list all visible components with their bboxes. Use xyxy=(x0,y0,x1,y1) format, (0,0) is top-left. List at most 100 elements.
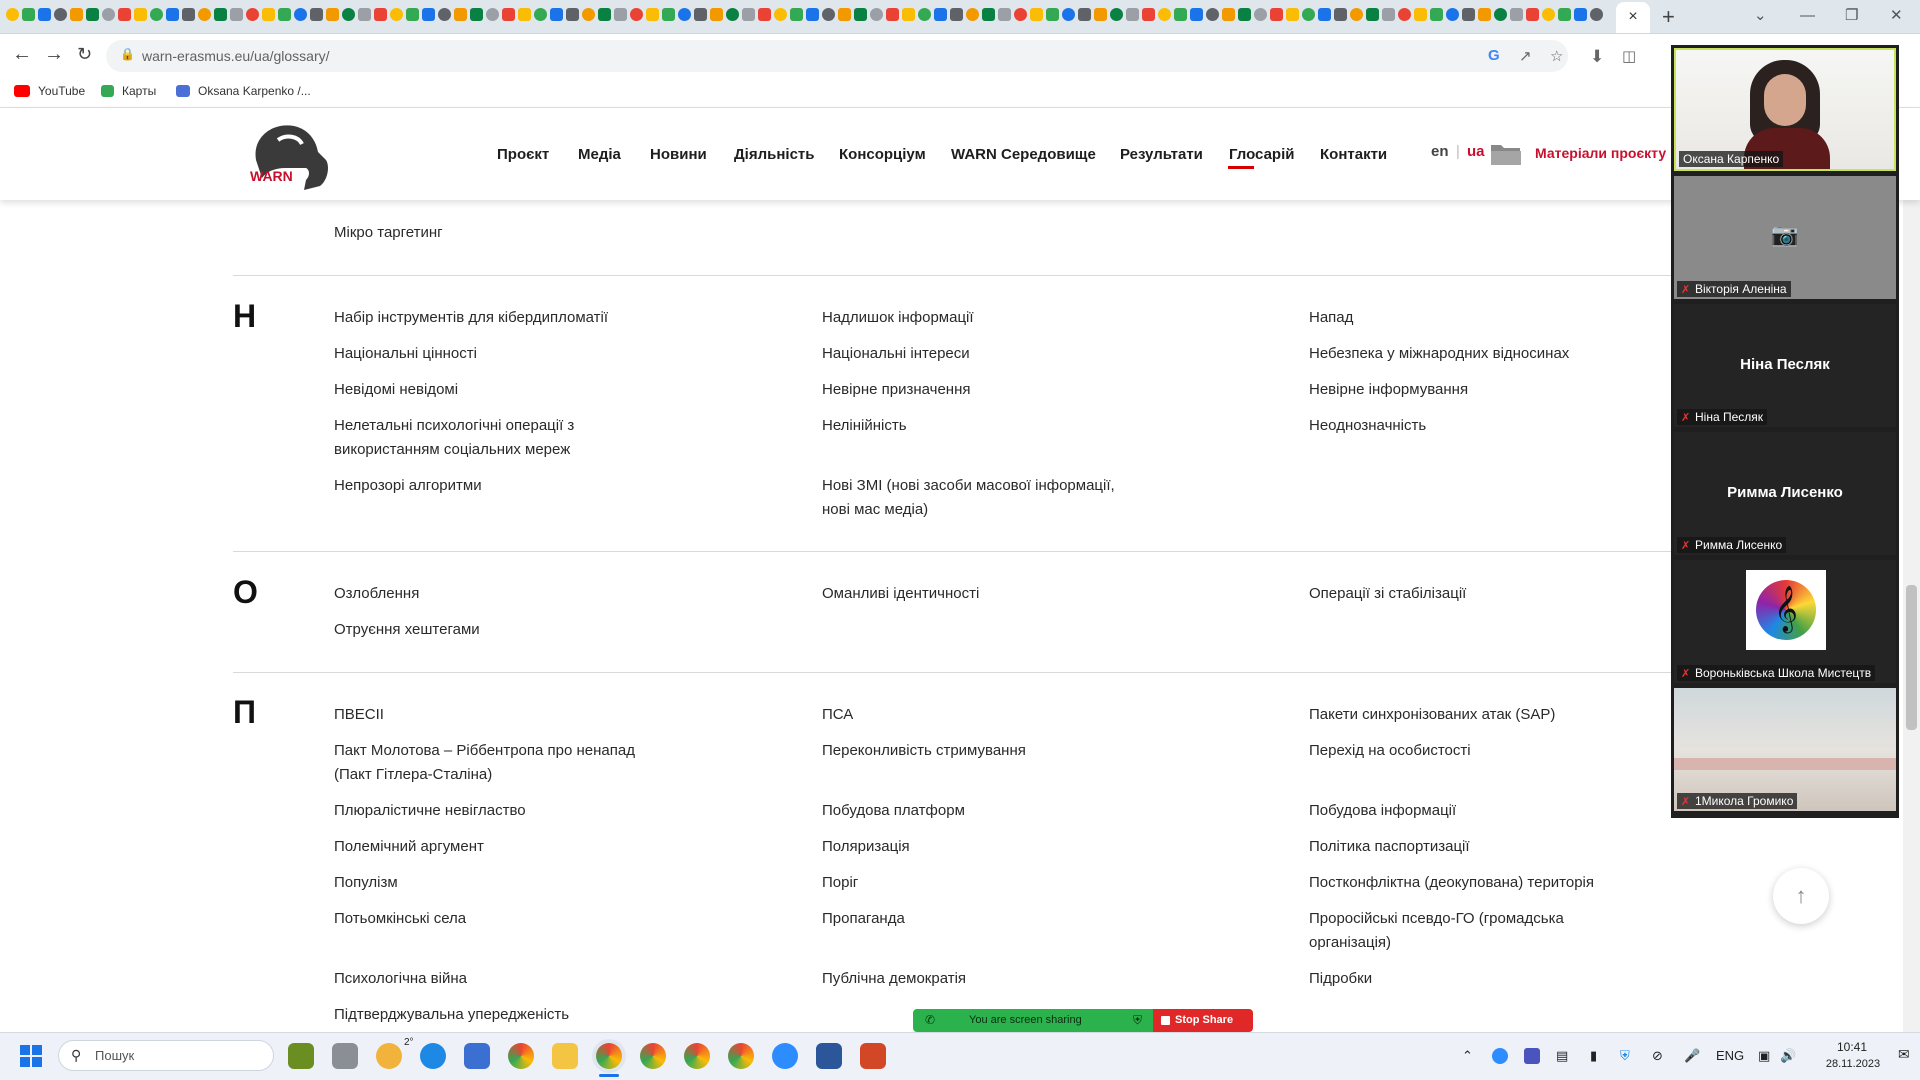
tab-favicon-icon[interactable] xyxy=(1110,8,1123,21)
clock-time[interactable]: 10:41 xyxy=(1824,1040,1880,1054)
nav-results[interactable]: Результати xyxy=(1120,146,1203,163)
glossary-term[interactable]: Пакт Молотова – Ріббентропа про ненапад … xyxy=(334,739,674,787)
tab-favicon-icon[interactable] xyxy=(166,8,179,21)
tab-favicon-icon[interactable] xyxy=(38,8,51,21)
glossary-term[interactable]: Нові ЗМІ (нові засоби масової інформації… xyxy=(822,474,1142,522)
chrome-icon[interactable] xyxy=(684,1043,710,1069)
word-icon[interactable] xyxy=(816,1043,842,1069)
tab-favicon-icon[interactable] xyxy=(230,8,243,21)
glossary-term[interactable]: Психологічна війна xyxy=(334,967,664,991)
participant-tile[interactable]: ✗ 1Микола Громико xyxy=(1674,688,1896,811)
glossary-term[interactable]: Переконливість стримування xyxy=(822,739,1152,763)
glossary-term[interactable]: Пакети синхронізованих атак (SAP) xyxy=(1309,703,1639,727)
wifi-off-icon[interactable]: ⊘ xyxy=(1652,1048,1663,1064)
tab-favicon-icon[interactable] xyxy=(1046,8,1059,21)
zoom-tray-icon[interactable] xyxy=(1492,1048,1508,1064)
file-explorer-icon[interactable] xyxy=(552,1043,578,1069)
tab-favicon-icon[interactable] xyxy=(1542,8,1555,21)
tab-favicon-icon[interactable] xyxy=(646,8,659,21)
glossary-term[interactable]: Невірне призначення xyxy=(822,378,1152,402)
tab-favicon-icon[interactable] xyxy=(118,8,131,21)
tab-favicon-icon[interactable] xyxy=(374,8,387,21)
tab-favicon-icon[interactable] xyxy=(742,8,755,21)
glossary-term[interactable]: Публічна демократія xyxy=(822,967,1152,991)
tab-favicon-icon[interactable] xyxy=(1158,8,1171,21)
tab-favicon-icon[interactable] xyxy=(1174,8,1187,21)
reload-icon[interactable]: ↻ xyxy=(77,43,92,65)
tab-favicon-icon[interactable] xyxy=(598,8,611,21)
tab-favicon-icon[interactable] xyxy=(1510,8,1523,21)
tab-favicon-icon[interactable] xyxy=(486,8,499,21)
lock-icon[interactable]: 🔒 xyxy=(120,47,135,61)
glossary-term[interactable]: Мікро таргетинг xyxy=(334,221,664,245)
glossary-term[interactable]: Операції зі стабілізації xyxy=(1309,582,1639,606)
tab-favicon-icon[interactable] xyxy=(134,8,147,21)
powerpoint-icon[interactable] xyxy=(860,1043,886,1069)
clock-date[interactable]: 28.11.2023 xyxy=(1818,1058,1888,1070)
tab-favicon-icon[interactable] xyxy=(1254,8,1267,21)
tab-favicon-icon[interactable] xyxy=(966,8,979,21)
glossary-term[interactable]: Надлишок інформації xyxy=(822,306,1152,330)
taskbar-search[interactable]: ⚲ Пошук xyxy=(58,1040,274,1071)
tab-favicon-icon[interactable] xyxy=(870,8,883,21)
glossary-term[interactable]: Перехід на особистості xyxy=(1309,739,1639,763)
scroll-to-top-button[interactable]: ↑ xyxy=(1773,868,1829,924)
usb-icon[interactable]: ▮ xyxy=(1590,1048,1597,1064)
glossary-term[interactable]: Побудова інформації xyxy=(1309,799,1639,823)
tab-favicon-icon[interactable] xyxy=(1414,8,1427,21)
tab-favicon-icon[interactable] xyxy=(1478,8,1491,21)
maximize-button[interactable]: ❐ xyxy=(1845,4,1858,28)
nav-contacts[interactable]: Контакти xyxy=(1320,146,1387,163)
bookmark-star-icon[interactable]: ☆ xyxy=(1550,47,1563,65)
tab-favicon-icon[interactable] xyxy=(214,8,227,21)
glossary-term[interactable]: ПВЕСІІ xyxy=(334,703,664,727)
edge-icon[interactable] xyxy=(420,1043,446,1069)
bookmark-maps[interactable]: Карты xyxy=(101,83,156,99)
tab-favicon-icon[interactable] xyxy=(86,8,99,21)
tab-favicon-icon[interactable] xyxy=(422,8,435,21)
tab-favicon-icon[interactable] xyxy=(1302,8,1315,21)
tab-favicon-icon[interactable] xyxy=(982,8,995,21)
tab-favicon-icon[interactable] xyxy=(1558,8,1571,21)
tab-favicon-icon[interactable] xyxy=(1494,8,1507,21)
tab-favicon-icon[interactable] xyxy=(198,8,211,21)
tab-favicon-icon[interactable] xyxy=(902,8,915,21)
glossary-term[interactable]: Невідомі невідомі xyxy=(334,378,664,402)
tab-favicons[interactable] xyxy=(6,8,1616,26)
tab-favicon-icon[interactable] xyxy=(1430,8,1443,21)
glossary-term[interactable]: ПСА xyxy=(822,703,1152,727)
glossary-term[interactable]: Напад xyxy=(1309,306,1639,330)
tab-favicon-icon[interactable] xyxy=(822,8,835,21)
chrome-icon[interactable] xyxy=(596,1043,622,1069)
tab-favicon-icon[interactable] xyxy=(342,8,355,21)
participant-tile[interactable]: 📷 ✗ Вікторія Аленіна xyxy=(1674,176,1896,299)
glossary-term[interactable]: Національні цінності xyxy=(334,342,664,366)
google-translate-icon[interactable]: G xyxy=(1488,47,1500,64)
tab-favicon-icon[interactable] xyxy=(1206,8,1219,21)
tab-favicon-icon[interactable] xyxy=(854,8,867,21)
glossary-term[interactable]: Небезпека у міжнародних відносинах xyxy=(1309,342,1639,366)
tab-favicon-icon[interactable] xyxy=(998,8,1011,21)
minimize-button[interactable]: — xyxy=(1800,4,1815,28)
tab-favicon-icon[interactable] xyxy=(1366,8,1379,21)
tab-favicon-icon[interactable] xyxy=(1590,8,1603,21)
active-tab-close-button[interactable]: × xyxy=(1616,2,1650,33)
tab-favicon-icon[interactable] xyxy=(1062,8,1075,21)
bookmark-youtube[interactable]: YouTube xyxy=(14,83,85,99)
store-icon[interactable] xyxy=(464,1043,490,1069)
tab-favicon-icon[interactable] xyxy=(1030,8,1043,21)
app-icon[interactable] xyxy=(332,1043,358,1069)
participant-tile[interactable]: 𝄞 ✗ Вороньківська Школа Мистецтв xyxy=(1674,560,1896,683)
tab-favicon-icon[interactable] xyxy=(566,8,579,21)
notification-bell-icon[interactable]: ✉ xyxy=(1898,1046,1910,1063)
tab-favicon-icon[interactable] xyxy=(726,8,739,21)
glossary-term[interactable]: Оманливі ідентичності xyxy=(822,582,1152,606)
tab-favicon-icon[interactable] xyxy=(918,8,931,21)
glossary-term[interactable]: Пропаганда xyxy=(822,907,1152,931)
tab-favicon-icon[interactable] xyxy=(886,8,899,21)
glossary-term[interactable]: Підтверджувальна упередженість xyxy=(334,1003,664,1027)
tab-favicon-icon[interactable] xyxy=(1014,8,1027,21)
tab-favicon-icon[interactable] xyxy=(534,8,547,21)
bookmark-oksana[interactable]: Oksana Karpenko /... xyxy=(176,83,311,99)
glossary-term[interactable]: Постконфліктна (деокупована) територія xyxy=(1309,871,1649,895)
